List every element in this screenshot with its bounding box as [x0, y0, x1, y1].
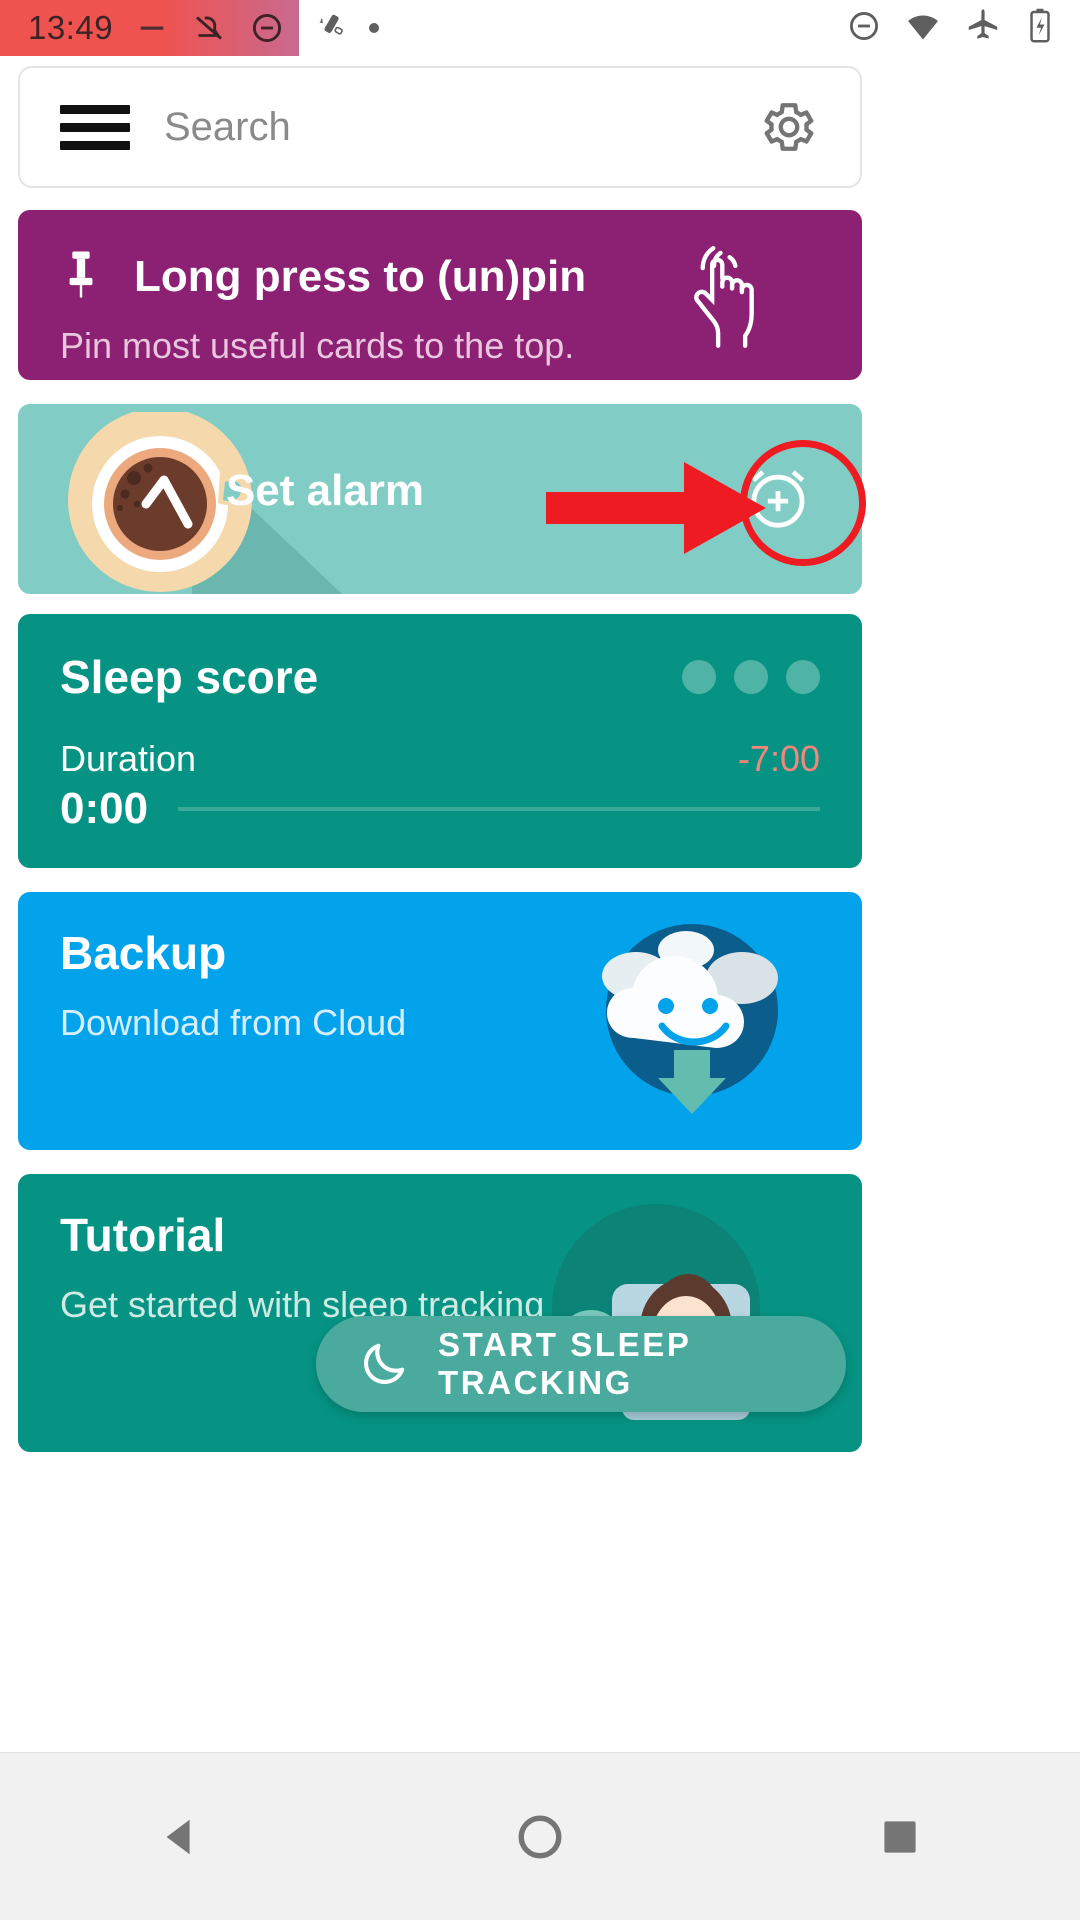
status-bar-right-group [846, 7, 1080, 50]
sleep-score-dots [682, 660, 820, 694]
pushpin-icon [60, 248, 102, 305]
pin-card-title: Long press to (un)pin [134, 251, 587, 301]
wifi-icon [904, 7, 942, 50]
duration-progress-row: 0:00 [18, 780, 862, 834]
score-dot [734, 660, 768, 694]
card-sleep-score[interactable]: Sleep score Duration -7:00 0:00 [18, 614, 862, 868]
duration-progress-bar [178, 807, 820, 811]
card-backup[interactable]: Backup Download from Cloud [18, 892, 862, 1150]
back-triangle-icon[interactable] [120, 1787, 240, 1887]
status-bar-clock: 13:49 [28, 9, 114, 46]
minus-icon [135, 11, 169, 45]
gear-icon[interactable] [758, 96, 820, 158]
status-bar-mid-group [299, 9, 380, 48]
start-sleep-tracking-button[interactable]: START SLEEP TRACKING [316, 1316, 846, 1412]
status-bar-left-group: 13:49 [0, 0, 300, 56]
add-alarm-icon[interactable] [740, 460, 816, 536]
status-bar: 13:49 [0, 0, 1080, 56]
card-long-press-pin[interactable]: Long press to (un)pin Pin most useful ca… [18, 210, 862, 380]
do-not-disturb-icon [846, 8, 882, 49]
search-input[interactable] [164, 104, 758, 150]
phone-screen: 13:49 Search Long press to (un)pin Pin m… [0, 0, 1080, 1920]
recents-square-icon[interactable] [840, 1787, 960, 1887]
dot-icon [369, 23, 380, 33]
hamburger-menu-icon[interactable] [60, 104, 130, 150]
sleep-score-title: Sleep score [60, 651, 319, 703]
battery-charging-icon [1024, 7, 1056, 50]
alarm-off-icon [191, 10, 227, 46]
score-dot [682, 660, 716, 694]
home-circle-icon[interactable] [480, 1787, 600, 1887]
duration-row: Duration -7:00 [18, 704, 862, 780]
vibrate-off-icon [315, 9, 349, 48]
search-bar[interactable] [18, 66, 862, 188]
sleep-score-header: Sleep score [18, 614, 862, 704]
set-alarm-label: Set alarm [225, 466, 425, 515]
do-not-disturb-icon [249, 10, 285, 46]
cloud-download-illustration [574, 910, 804, 1135]
duration-value: 0:00 [60, 784, 149, 833]
moon-icon [358, 1338, 410, 1390]
sleep-deficit-value: -7:00 [737, 738, 820, 779]
android-navigation-bar [0, 1752, 1080, 1920]
score-dot [786, 660, 820, 694]
duration-label: Duration [60, 738, 197, 779]
tap-hand-icon [680, 242, 790, 363]
airplane-mode-icon [964, 7, 1002, 50]
start-sleep-tracking-label: START SLEEP TRACKING [438, 1326, 691, 1401]
card-set-alarm[interactable]: Set alarm [18, 404, 862, 594]
